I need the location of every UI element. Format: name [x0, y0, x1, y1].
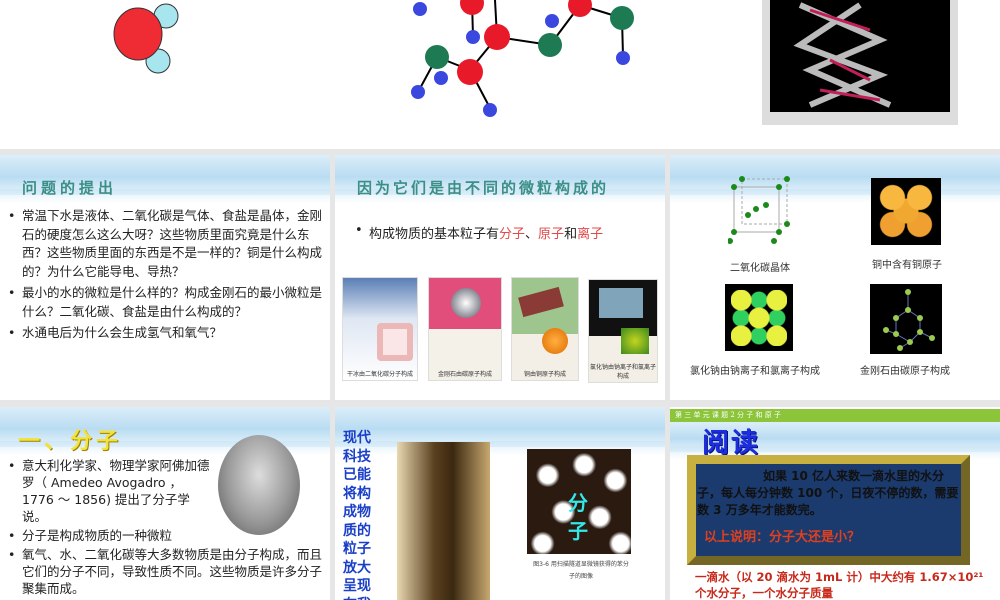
conjunction: 和 — [564, 227, 578, 242]
slide-3[interactable]: 因为它们是由不同的微粒构成的 构成物质的基本粒子有分子、原子和离子 干冰由二氧化… — [335, 155, 665, 400]
bullet: 水通电后为什么会生成氢气和氧气？ — [2, 324, 324, 343]
photo-caption: 干冰由二氧化碳分子构成 — [346, 371, 413, 378]
molecule-model-icon — [411, 0, 634, 117]
bullet: 最小的水的微粒是什么样的？构成金刚石的最小微粒是什么？二氧化碳、食盐是由什么构成… — [2, 284, 324, 321]
bullet: 构成物质的基本粒子有分子、原子和离子 — [349, 223, 603, 242]
slide-6[interactable]: 现代科技已能将构成物质的粒子放大呈现在我 分子 图3-6 用扫描隧道显微镜获得的… — [335, 407, 665, 600]
stm-image: 分子 — [527, 449, 631, 554]
slide-7[interactable]: 第 三 单 元 课 题 2 分 子 和 原 子 阅读 如果 10 亿人来数一滴水… — [670, 407, 1000, 600]
caption-diamond: 金刚石由碳原子构成 — [860, 366, 950, 377]
caption-copper: 铜中含有铜原子 — [872, 260, 942, 271]
bullet: 氧气、水、二氧化碳等大多数物质是由分子构成，而且它们的分子不同，导致性质不同。这… — [2, 546, 324, 597]
term-molecule: 分子 — [499, 227, 526, 242]
reading-paragraph: 如果 10 亿人来数一滴水里的水分子，每人每分钟数 100 个，日夜不停的数，需… — [697, 469, 959, 517]
figure-caption: 图3-6 用扫描隧道显微镜获得的苯分子的图像 — [533, 561, 629, 580]
bullet-text: 构成物质的基本粒子有 — [369, 227, 500, 242]
diamond-photo: 金刚石由碳原子构成 — [428, 277, 502, 381]
dry-ice-photo: 干冰由二氧化碳分子构成 — [342, 277, 418, 381]
nacl-image — [725, 284, 793, 351]
separator: 、 — [525, 227, 539, 242]
molecule-label: 分子 — [568, 491, 588, 543]
photo-caption: 铜由铜原子构成 — [523, 371, 566, 378]
diamond-structure-icon — [870, 284, 942, 354]
water-molecule-icon — [113, 3, 179, 74]
bullet: 意大利化学家、物理学家阿佛加德罗（ Amedeo Avogadro ， 1776… — [2, 457, 212, 525]
term-ion: 离子 — [577, 227, 604, 242]
slide-1[interactable] — [0, 0, 1000, 149]
term-atom: 原子 — [538, 227, 565, 242]
reading-frame: 如果 10 亿人来数一滴水里的水分子，每人每分钟数 100 个，日夜不停的数，需… — [687, 455, 970, 565]
reading-question: 以上说明：分子大还是小？ — [704, 530, 861, 545]
dna-model-icon — [762, 0, 958, 125]
slide-5[interactable]: 一、分子 意大利化学家、物理学家阿佛加德罗（ Amedeo Avogadro ，… — [0, 407, 330, 600]
reading-conclusion: 一滴水（以 20 滴水为 1mL 计）中大约有 1.67×10²¹ 个水分子，一… — [695, 570, 984, 600]
bullet: 分子是构成物质的一种微粒 — [2, 527, 324, 544]
photo-caption: 金刚石由碳原子构成 — [437, 371, 492, 378]
caption-co2-crystal: 二氧化碳晶体 — [730, 263, 790, 274]
slide-4[interactable]: 二氧化碳晶体 铜中含有铜原子 氯化钠由钠离子和氯离子构成 金刚石由碳原子构成 — [670, 155, 1000, 400]
salt-photo: 氯化钠由钠离子和氯离子构成 — [588, 279, 658, 383]
photo-caption: 氯化钠由钠离子和氯离子构成 — [589, 364, 656, 380]
bullet: 常温下水是液体、二氧化碳是气体、食盐是晶体，金刚石的硬度怎么这么大呀？这些物质里… — [2, 207, 324, 281]
caption-nacl: 氯化钠由钠离子和氯离子构成 — [690, 366, 820, 377]
slide-title: 问题的提出 — [22, 179, 118, 197]
slide-header-band — [335, 407, 665, 455]
co2-crystal-icon — [728, 176, 790, 244]
slide-title: 一、分子 — [18, 428, 123, 454]
slide-title: 因为它们是由不同的微粒构成的 — [357, 179, 610, 197]
vertical-text: 现代科技已能将构成物质的粒子放大呈现在我 — [343, 430, 371, 600]
slide-2[interactable]: 问题的提出 常温下水是液体、二氧化碳是气体、食盐是晶体，金刚石的硬度怎么这么大呀… — [0, 155, 330, 400]
copper-photo: 铜由铜原子构成 — [511, 277, 579, 381]
molecule-illustrations — [113, 0, 958, 125]
copper-atoms-image — [871, 178, 941, 245]
slide-header-band — [670, 155, 1000, 203]
microscope-photo — [397, 442, 490, 600]
